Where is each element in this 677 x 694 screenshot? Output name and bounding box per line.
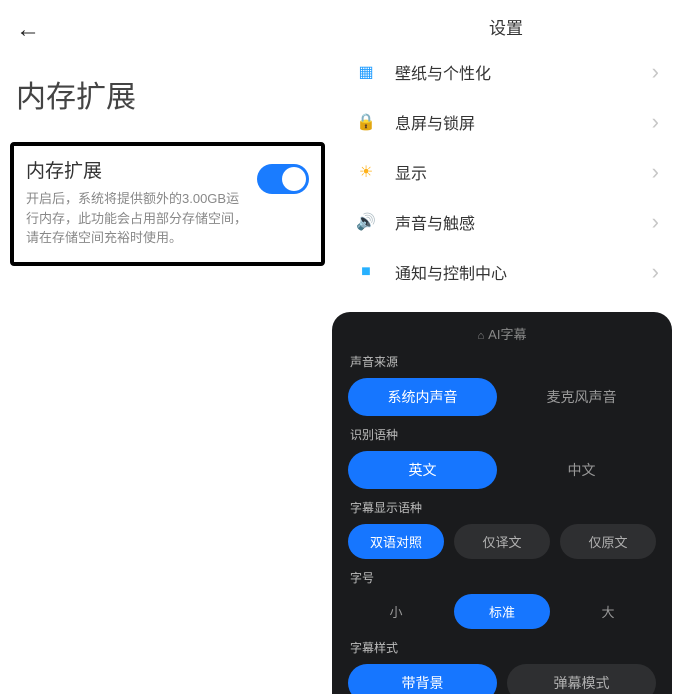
- option-style-bg[interactable]: 带背景: [348, 664, 497, 694]
- section-label-style: 字幕样式: [350, 639, 656, 656]
- settings-item-wallpaper[interactable]: ▦ 壁纸与个性化 ›: [343, 47, 669, 97]
- notification-icon: ■: [353, 259, 379, 285]
- toggle-knob: [282, 167, 306, 191]
- settings-item-label: 壁纸与个性化: [395, 60, 652, 84]
- option-mic-audio[interactable]: 麦克风声音: [507, 378, 656, 416]
- option-chinese[interactable]: 中文: [507, 451, 656, 489]
- ai-subtitle-panel: ⌂AI字幕 声音来源 系统内声音 麦克风声音 识别语种 英文 中文 字幕显示语种…: [332, 312, 672, 694]
- ai-panel-header: ⌂AI字幕: [348, 324, 656, 343]
- option-size-small[interactable]: 小: [348, 594, 444, 629]
- section-label-audio-source: 声音来源: [350, 353, 656, 370]
- memory-extension-toggle[interactable]: [257, 164, 309, 194]
- memory-extension-card: 内存扩展 开启后，系统将提供额外的3.00GB运行内存，此功能会占用部分存储空间…: [10, 142, 325, 266]
- settings-list: ▦ 壁纸与个性化 › 🔒 息屏与锁屏 › ☀ 显示 › 🔊 声音与触感 › ■: [335, 47, 677, 297]
- option-system-audio[interactable]: 系统内声音: [348, 378, 497, 416]
- option-size-standard[interactable]: 标准: [454, 594, 550, 629]
- segment-recog-lang: 英文 中文: [348, 451, 656, 489]
- chevron-right-icon: ›: [652, 109, 659, 135]
- option-bilingual[interactable]: 双语对照: [348, 524, 444, 559]
- option-size-large[interactable]: 大: [560, 594, 656, 629]
- settings-item-label: 通知与控制中心: [395, 260, 652, 284]
- chevron-right-icon: ›: [652, 159, 659, 185]
- chevron-right-icon: ›: [652, 59, 659, 85]
- segment-font-size: 小 标准 大: [348, 594, 656, 629]
- segment-style: 带背景 弹幕模式: [348, 664, 656, 694]
- speaker-icon: 🔊: [353, 209, 379, 235]
- option-english[interactable]: 英文: [348, 451, 497, 489]
- sun-icon: ☀: [353, 159, 379, 185]
- card-description: 开启后，系统将提供额外的3.00GB运行内存，此功能会占用部分存储空间，请在存储…: [26, 189, 249, 248]
- card-title: 内存扩展: [26, 156, 249, 183]
- settings-item-label: 息屏与锁屏: [395, 110, 652, 134]
- wallpaper-icon: ▦: [353, 59, 379, 85]
- option-style-danmaku[interactable]: 弹幕模式: [507, 664, 656, 694]
- page-title: 内存扩展: [16, 72, 325, 116]
- option-translation-only[interactable]: 仅译文: [454, 524, 550, 559]
- ai-icon: ⌂: [478, 330, 485, 342]
- chevron-right-icon: ›: [652, 209, 659, 235]
- segment-display-lang: 双语对照 仅译文 仅原文: [348, 524, 656, 559]
- back-icon[interactable]: ←: [10, 12, 325, 48]
- settings-item-notification[interactable]: ■ 通知与控制中心 ›: [343, 247, 669, 297]
- settings-item-display[interactable]: ☀ 显示 ›: [343, 147, 669, 197]
- option-original-only[interactable]: 仅原文: [560, 524, 656, 559]
- settings-item-lockscreen[interactable]: 🔒 息屏与锁屏 ›: [343, 97, 669, 147]
- lock-icon: 🔒: [353, 109, 379, 135]
- section-label-recog-lang: 识别语种: [350, 426, 656, 443]
- chevron-right-icon: ›: [652, 259, 659, 285]
- settings-item-label: 显示: [395, 160, 652, 184]
- settings-item-sound[interactable]: 🔊 声音与触感 ›: [343, 197, 669, 247]
- section-label-display-lang: 字幕显示语种: [350, 499, 656, 516]
- ai-panel-title: AI字幕: [488, 327, 526, 342]
- section-label-font-size: 字号: [350, 569, 656, 586]
- settings-item-label: 声音与触感: [395, 210, 652, 234]
- settings-header: 设置: [335, 0, 677, 47]
- segment-audio-source: 系统内声音 麦克风声音: [348, 378, 656, 416]
